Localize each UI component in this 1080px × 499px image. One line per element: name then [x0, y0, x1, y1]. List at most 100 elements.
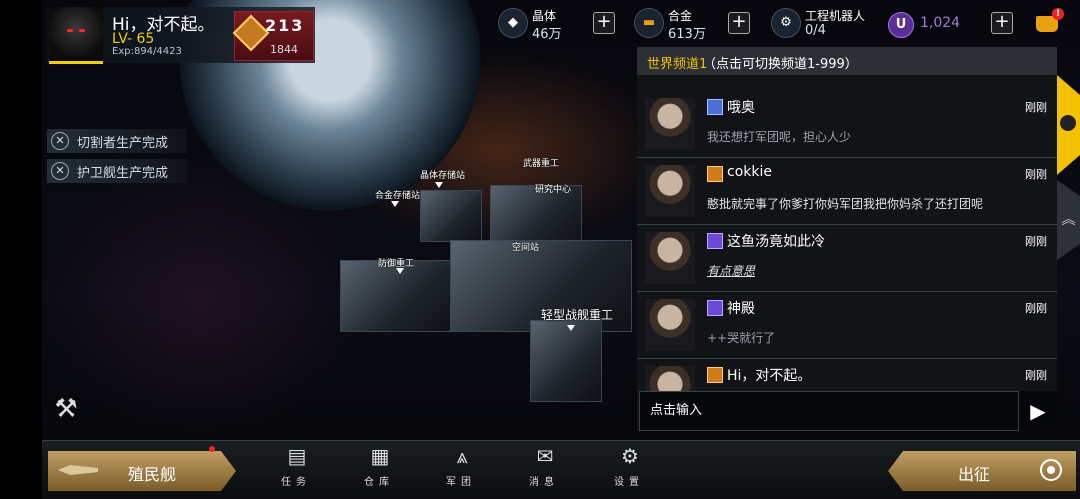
nav-label: 军团: [446, 477, 476, 488]
message-text: ++哭就行了: [707, 331, 776, 345]
close-icon[interactable]: ✕: [51, 132, 69, 150]
chat-message[interactable]: Hi，对不起。 刚刚: [637, 358, 1057, 391]
add-currency-button[interactable]: +: [991, 12, 1013, 34]
nav-label: 仓库: [364, 477, 394, 488]
mission-icon: ▤: [287, 444, 307, 468]
station-label-crystal[interactable]: 晶体存储站: [420, 168, 465, 181]
chest-icon: [232, 14, 270, 52]
sender-name: Hi，对不起。: [727, 368, 812, 384]
notification-item[interactable]: ✕ 切割者生产完成: [47, 129, 187, 153]
chat-message[interactable]: 哦奥 刚刚 我还想打军团呢，担心人少: [637, 90, 1057, 158]
chat-panel: 世界频道1 （点击可切换频道1-999） 哦奥 刚刚 我还想打军团呢，担心人少 …: [637, 47, 1057, 431]
colony-ship-button[interactable]: 殖民舰: [48, 451, 236, 491]
rank-value: 1844: [270, 43, 298, 56]
station-label-research[interactable]: 研究中心: [535, 182, 571, 195]
chevron-up-icon: ︽: [1061, 212, 1076, 228]
nav-mission[interactable]: ▤ 任务: [266, 443, 326, 491]
add-crystal-button[interactable]: +: [593, 12, 615, 34]
nav-label: 设置: [614, 477, 644, 488]
chevron-badge-icon: ⩓: [456, 444, 468, 468]
chat-input[interactable]: [648, 402, 1012, 419]
player-exp: Exp:894/4423: [112, 46, 182, 57]
message-time: 刚刚: [1025, 235, 1047, 248]
alert-badge: !: [1052, 8, 1064, 20]
station-label-space[interactable]: 空间站: [512, 240, 539, 253]
message-text: 有点意思: [707, 264, 756, 278]
nav-settings[interactable]: ⚙ 设置: [599, 443, 659, 491]
message-text: 我还想打军团呢，担心人少: [707, 130, 852, 144]
player-panel[interactable]: Hi，对不起。 LV- 65 Exp:894/4423 213 1844: [47, 7, 315, 64]
message-text: 憨批就完事了你爹打你妈军团我把你妈杀了还打团呢: [707, 197, 984, 211]
target-icon: [1040, 459, 1062, 481]
message-time: 刚刚: [1025, 369, 1047, 382]
nav-message[interactable]: ✉ 消息: [514, 443, 574, 491]
resource-value: 613万: [668, 27, 706, 42]
nav-legion[interactable]: ⩓ 军团: [431, 443, 491, 491]
send-button[interactable]: ▶: [1019, 391, 1057, 431]
station-marker: [435, 182, 443, 188]
resource-label: 工程机器人: [805, 9, 866, 23]
rank-icon: [707, 300, 723, 316]
station-label-alloy[interactable]: 合金存储站: [375, 188, 420, 201]
nav-label: 任务: [281, 477, 311, 488]
shop-cart-icon[interactable]: !: [1034, 8, 1064, 38]
station-marker: [567, 325, 575, 331]
alert-dot: [209, 446, 215, 452]
chat-channel-header[interactable]: 世界频道1 （点击可切换频道1-999）: [637, 47, 1057, 75]
message-time: 刚刚: [1025, 101, 1047, 114]
notification-text: 护卫舰生产完成: [77, 166, 169, 181]
chat-message[interactable]: 神殿 刚刚 ++哭就行了: [637, 291, 1057, 359]
expedition-button[interactable]: 出征: [888, 451, 1076, 491]
player-avatar[interactable]: [49, 7, 103, 64]
avatar[interactable]: [645, 366, 695, 391]
rank-badge[interactable]: 213 1844: [232, 11, 314, 61]
nav-warehouse[interactable]: ▦ 仓库: [349, 443, 409, 491]
rank-icon: [707, 367, 723, 383]
chat-message[interactable]: 这鱼汤竟如此冷 刚刚 有点意思: [637, 224, 1057, 292]
station-module: [420, 190, 482, 242]
channel-name: 世界频道1: [647, 57, 708, 72]
avatar[interactable]: [645, 232, 695, 284]
currency-value: 1,024: [920, 15, 961, 31]
alloy-icon: ▬: [634, 8, 664, 38]
rank-icon: [707, 233, 723, 249]
station-marker: [391, 201, 399, 207]
resource-value: 46万: [532, 27, 562, 42]
globe-icon: [1060, 115, 1076, 131]
avatar[interactable]: [645, 165, 695, 217]
crystal-icon: ◆: [498, 8, 528, 38]
robot-icon: ⚙: [771, 8, 801, 38]
sender-name: 这鱼汤竟如此冷: [727, 234, 825, 250]
ship-icon: [58, 465, 98, 475]
station-label-weapon[interactable]: 武器重工: [523, 156, 559, 169]
station-module: [530, 320, 602, 402]
close-icon[interactable]: ✕: [51, 162, 69, 180]
notification-text: 切割者生产完成: [77, 136, 169, 151]
resource-label: 晶体: [532, 9, 557, 23]
chat-message[interactable]: cokkie 刚刚 憨批就完事了你爹打你妈军团我把你妈杀了还打团呢: [637, 157, 1057, 225]
station-label-light[interactable]: 轻型战舰重工: [541, 306, 613, 323]
tools-icon[interactable]: ⚒: [52, 395, 80, 423]
rank-icon: [707, 166, 723, 182]
station-marker: [396, 268, 404, 274]
podium-icon: 213: [265, 16, 305, 35]
nav-label: 消息: [529, 477, 559, 488]
resource-label: 合金: [668, 9, 693, 23]
boxes-icon: ▦: [370, 444, 390, 468]
message-time: 刚刚: [1025, 168, 1047, 181]
gear-icon: ⚙: [621, 444, 639, 468]
avatar[interactable]: [645, 299, 695, 351]
space-station[interactable]: 晶体存储站 合金存储站 武器重工 研究中心 空间站 防御重工 轻型战舰重工: [340, 159, 640, 402]
chat-input-box[interactable]: [639, 391, 1019, 431]
notification-item[interactable]: ✕ 护卫舰生产完成: [47, 159, 187, 183]
avatar-eye: [79, 29, 85, 32]
avatar-eye: [67, 29, 73, 32]
message-time: 刚刚: [1025, 302, 1047, 315]
add-alloy-button[interactable]: +: [728, 12, 750, 34]
avatar[interactable]: [645, 98, 695, 150]
resource-value: 0/4: [805, 23, 826, 38]
sender-name: 神殿: [727, 301, 755, 317]
screen-edge: [0, 0, 42, 498]
expedition-label: 出征: [958, 465, 991, 484]
player-level: LV- 65: [112, 31, 155, 47]
